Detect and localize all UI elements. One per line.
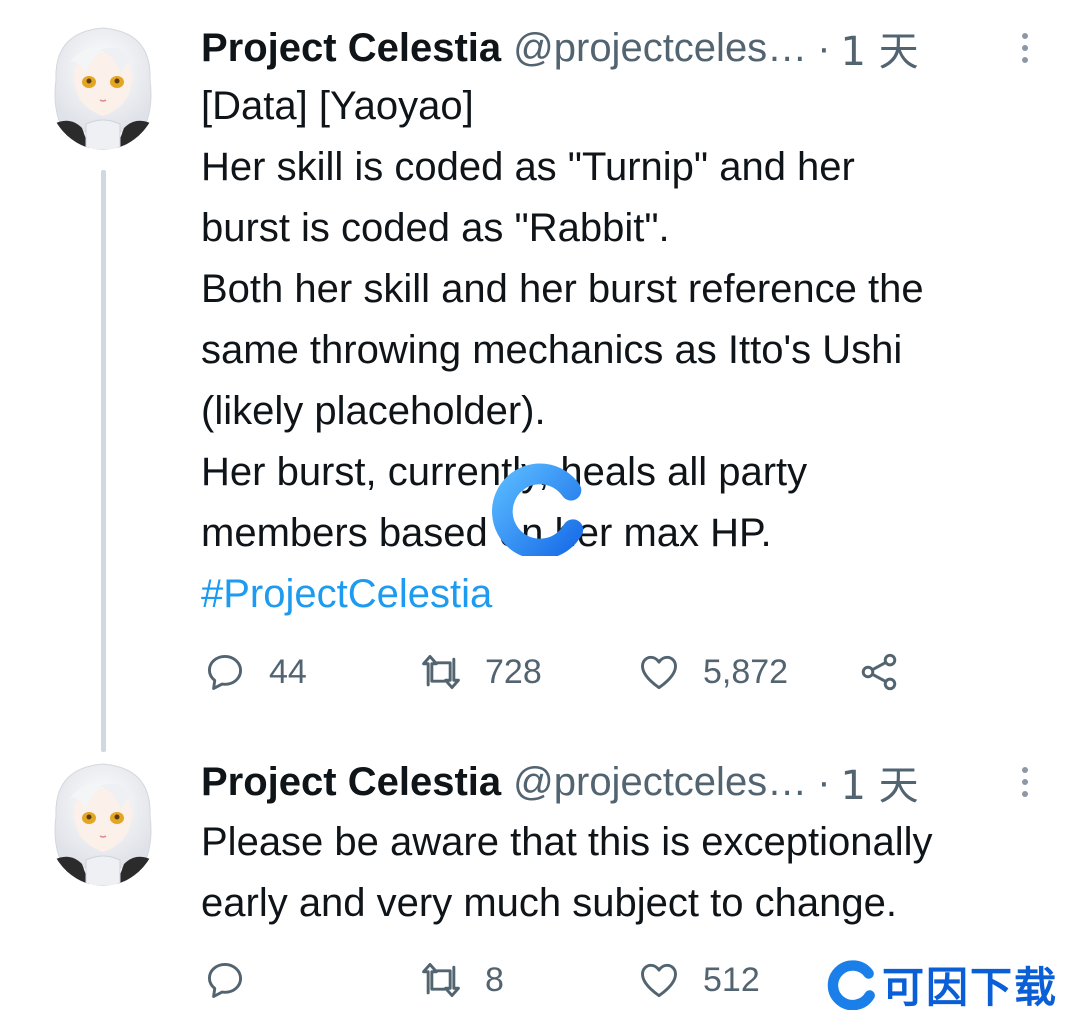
tweet-line: early and very much subject to change. xyxy=(201,881,897,925)
tweet-text: [Data] [Yaoyao] Her skill is coded as "T… xyxy=(201,76,1061,625)
reply-icon xyxy=(207,654,243,690)
more-icon[interactable] xyxy=(1013,26,1037,70)
more-icon[interactable] xyxy=(1013,760,1037,804)
heart-icon xyxy=(641,963,677,998)
watermark: 可因下载 xyxy=(826,956,1076,1012)
timestamp[interactable]: 1 天 xyxy=(841,19,919,77)
tweet-line: Her burst, currently, heals all party xyxy=(201,450,808,494)
reply-button[interactable]: 44 xyxy=(203,642,307,702)
tweet-line: same throwing mechanics as Itto's Ushi xyxy=(201,328,903,372)
avatar[interactable] xyxy=(46,756,160,886)
tweet-line: members based on her max HP. xyxy=(201,511,772,555)
tweet-header: Project Celestia @projectceles… · 1 天 xyxy=(201,752,1041,812)
handle[interactable]: @projectceles… xyxy=(513,760,807,805)
tweet-line: Both her skill and her burst reference t… xyxy=(201,267,924,311)
reply-icon xyxy=(207,962,243,998)
retweet-icon xyxy=(422,654,460,690)
tweet-line: Please be aware that this is exceptional… xyxy=(201,820,933,864)
tweet-text: Please be aware that this is exceptional… xyxy=(201,812,1061,934)
tweet-line: burst is coded as "Rabbit". xyxy=(201,206,670,250)
handle[interactable]: @projectceles… xyxy=(513,26,807,71)
avatar-image xyxy=(46,27,160,150)
separator: · xyxy=(817,25,831,70)
action-bar: 44 728 5,872 xyxy=(201,642,961,702)
reply-button[interactable] xyxy=(203,950,269,1010)
tweet[interactable]: Project Celestia @projectceles… · 1 天 [D… xyxy=(0,0,1079,752)
retweet-count: 728 xyxy=(485,652,542,691)
hashtag-link[interactable]: #ProjectCelestia xyxy=(201,564,1061,625)
retweet-count: 8 xyxy=(485,960,504,999)
timestamp[interactable]: 1 天 xyxy=(841,753,919,811)
loading-spinner-icon xyxy=(492,462,586,560)
retweet-button[interactable]: 8 xyxy=(419,950,504,1010)
like-button[interactable]: 512 xyxy=(637,950,760,1010)
watermark-text: 可因下载 xyxy=(882,962,1059,1012)
tweet-line: [Data] [Yaoyao] xyxy=(201,84,474,128)
like-count: 5,872 xyxy=(703,652,789,691)
share-icon xyxy=(861,653,897,691)
avatar[interactable] xyxy=(46,20,160,150)
like-count: 512 xyxy=(703,960,760,999)
watermark-logo-icon xyxy=(827,960,875,1010)
heart-icon xyxy=(641,655,677,690)
tweet-line: (likely placeholder). xyxy=(201,389,546,433)
thread-line xyxy=(101,170,106,752)
display-name[interactable]: Project Celestia xyxy=(201,26,501,71)
display-name[interactable]: Project Celestia xyxy=(201,760,501,805)
tweet-line: Her skill is coded as "Turnip" and her xyxy=(201,145,855,189)
avatar-image xyxy=(46,763,160,886)
retweet-icon xyxy=(422,962,460,998)
separator: · xyxy=(817,759,831,804)
tweet-header: Project Celestia @projectceles… · 1 天 xyxy=(201,18,1041,78)
share-button[interactable] xyxy=(857,642,901,702)
reply-count: 44 xyxy=(269,652,307,691)
like-button[interactable]: 5,872 xyxy=(637,642,788,702)
retweet-button[interactable]: 728 xyxy=(419,642,542,702)
